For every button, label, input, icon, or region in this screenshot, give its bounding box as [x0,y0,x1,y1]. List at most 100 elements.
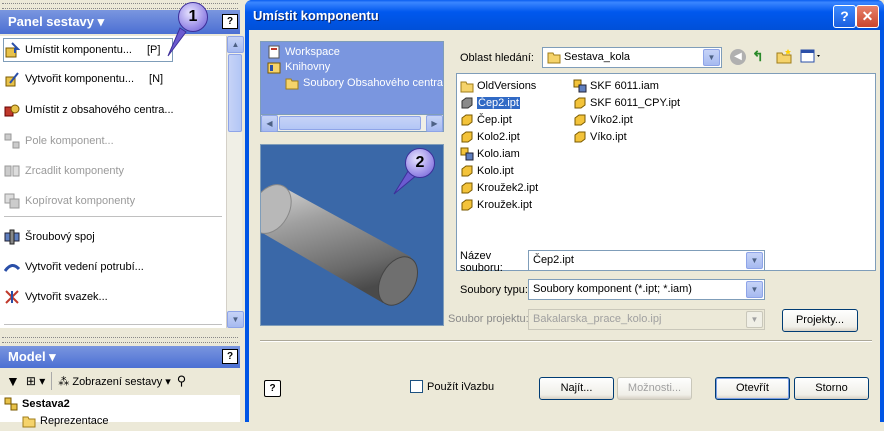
filetype-label: Soubory typu: [460,284,528,296]
up-folder-icon[interactable]: ↰ [752,48,764,65]
search-area-combo[interactable]: Sestava_kola ▼ [542,47,722,68]
file-item[interactable]: Kolo.ipt [460,162,514,179]
checkbox-box[interactable] [410,380,423,393]
projects-button[interactable]: Projekty... [782,309,858,332]
tree-structure-icon[interactable]: ⊞ ▾ [26,374,45,388]
command-label: Vytvořit komponentu... [25,73,135,85]
new-folder-icon[interactable] [776,48,792,67]
file-item[interactable]: Víko2.ipt [573,111,633,128]
content-center-command[interactable]: Umístit z obsahového centra... [4,99,174,121]
chevron-down-icon[interactable]: ▼ [746,281,763,298]
locations-hscrollbar[interactable]: ◀ ▶ [260,114,444,132]
scroll-right-button[interactable]: ▶ [426,115,443,132]
file-name: SKF 6011.iam [590,79,659,92]
part-icon [460,113,474,127]
help-icon[interactable]: ? [264,380,281,397]
filename-value: Čep2.ipt [533,254,574,266]
filename-combo[interactable]: Čep2.ipt ▼ [528,250,765,271]
part-icon [460,130,474,144]
harness-command[interactable]: Vytvořit svazek... [4,286,108,308]
view-menu-icon[interactable] [800,49,822,66]
part-icon [460,198,474,212]
file-item-selected[interactable]: Čep2.ipt [460,94,520,111]
cancel-button[interactable]: Storno [794,377,869,400]
scroll-up-button[interactable]: ▲ [227,36,244,53]
file-list: OldVersions Čep2.ipt Čep.ipt Kolo2.ipt K… [456,73,876,271]
file-name: Kolo.ipt [477,164,514,177]
create-component-icon [4,71,20,87]
file-item[interactable]: SKF 6011_CPY.ipt [573,94,680,111]
location-label: Soubory Obsahového centra [303,77,444,89]
harness-icon [4,289,20,305]
model-grip[interactable] [2,337,238,343]
copy-command[interactable]: Kopírovat komponenty [4,190,135,212]
file-item[interactable]: Kolo.iam [460,145,520,162]
scroll-thumb[interactable] [228,54,242,132]
tree-child[interactable]: Reprezentace [22,414,109,428]
create-component-command[interactable]: Vytvořit komponentu... [N] [4,68,163,90]
file-item[interactable]: Kroužek.ipt [460,196,532,213]
file-item[interactable]: Víko.ipt [573,128,627,145]
filetype-value: Soubory komponent (*.ipt; *.iam) [533,283,692,295]
panel-help-button[interactable]: ? [222,14,238,29]
file-item[interactable]: SKF 6011.iam [573,77,659,94]
command-list-scrollbar[interactable]: ▲ ▼ [226,36,244,328]
scroll-thumb[interactable] [279,116,421,130]
chevron-down-icon[interactable]: ▼ [746,252,763,269]
back-icon[interactable]: ◀ [730,49,746,65]
tube-pipe-command[interactable]: Vytvořit vedení potrubí... [3,256,144,278]
file-item[interactable]: Kolo2.ipt [460,128,520,145]
title-close-button[interactable]: ✕ [856,5,879,28]
location-libraries[interactable]: Knihovny [267,60,330,74]
file-item[interactable]: OldVersions [460,77,536,94]
place-component-command[interactable]: Umístit komponentu... [P] [3,38,174,62]
location-workspace[interactable]: Workspace [267,45,340,59]
use-ivazbu-checkbox[interactable]: Použít iVazbu [410,380,494,393]
model-header[interactable]: Model ▾ ? [0,346,240,368]
model-help-button[interactable]: ? [222,349,238,364]
separator [4,216,222,217]
copy-icon [4,193,20,209]
file-item[interactable]: Čep.ipt [460,111,512,128]
part-icon [460,96,474,110]
find-button[interactable]: Najít... [539,377,614,400]
command-label: Umístit komponentu... [25,44,132,56]
scroll-left-button[interactable]: ◀ [261,115,278,132]
search-area-value: Sestava_kola [547,50,630,64]
folder-icon [22,414,36,428]
project-value: Bakalarska_prace_kolo.ipj [533,313,662,325]
assembly-view-dropdown[interactable]: ⁂ Zobrazení sestavy ▾ [58,375,171,388]
pattern-command[interactable]: Pole komponent... [4,130,114,152]
chevron-down-icon[interactable]: ▼ [703,49,720,66]
content-center-icon [4,102,20,118]
place-component-dialog: Umístit komponentu ? ✕ Workspace Knihovn… [245,0,884,422]
location-content-center[interactable]: Soubory Obsahového centra [285,76,443,90]
filter-icon[interactable]: ▼ [6,373,20,389]
command-label: Šroubový spoj [25,231,95,243]
folder-icon [460,79,474,93]
filename-label: Název souboru: [460,250,503,274]
file-name: OldVersions [477,79,537,92]
dialog-title-bar[interactable]: Umístit komponentu ? ✕ [245,0,884,30]
command-label: Pole komponent... [25,135,114,147]
dialog-body: Workspace Knihovny Soubory Obsahového ce… [249,30,880,422]
mirror-command[interactable]: Zrcadlit komponenty [4,160,124,182]
title-help-button[interactable]: ? [833,5,856,28]
binoculars-icon[interactable]: ⚲ [177,373,187,389]
tree-root[interactable]: Sestava2 [4,397,70,411]
assembly-icon [460,147,474,161]
libraries-icon [267,60,281,74]
file-item[interactable]: Kroužek2.ipt [460,179,538,196]
file-name: Kolo.iam [477,147,520,160]
bolted-connection-command[interactable]: Šroubový spoj [4,226,95,248]
scroll-down-button[interactable]: ▼ [227,311,244,328]
filetype-combo[interactable]: Soubory komponent (*.ipt; *.iam) ▼ [528,279,765,300]
command-list: Umístit komponentu... [P] Vytvořit kompo… [0,36,226,328]
tree-child-label: Reprezentace [40,415,109,427]
project-label: Soubor projektu: [448,313,529,325]
options-button[interactable]: Možnosti... [617,377,692,400]
pattern-icon [4,133,20,149]
assembly-panel: Panel sestavy ▾ ? Umístit komponentu... … [0,0,244,428]
open-button[interactable]: Otevřít [715,377,790,400]
folder-icon [285,76,299,90]
